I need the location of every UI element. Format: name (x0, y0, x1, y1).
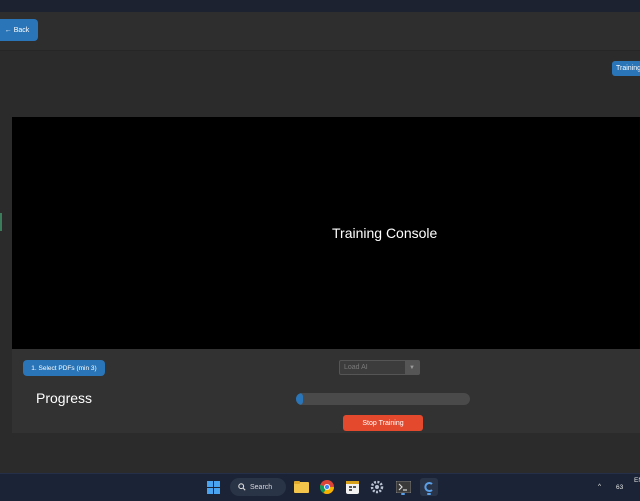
terminal-icon[interactable] (394, 478, 412, 496)
tray-indicator[interactable]: 63 (616, 484, 623, 491)
select-pdfs-button[interactable]: 1. Select PDFs (min 3) (23, 360, 105, 376)
chrome-icon[interactable] (318, 478, 336, 496)
search-label: Search (250, 483, 273, 491)
taskbar-search[interactable]: Search (230, 478, 286, 496)
top-toolbar: ← Back (0, 12, 640, 51)
model-select-value: Load AI (344, 364, 368, 371)
active-indicator (427, 493, 431, 495)
file-explorer-icon[interactable] (292, 478, 310, 496)
window-titlebar (0, 0, 640, 12)
active-app-icon[interactable] (420, 478, 438, 496)
progress-label: Progress (36, 390, 93, 406)
chevron-down-icon[interactable]: ▼ (405, 361, 419, 374)
arrow-left-icon: ← (4, 26, 12, 34)
tray-language[interactable]: EN (634, 477, 640, 484)
running-indicator (401, 493, 405, 495)
tray-chevron-icon[interactable]: ^ (598, 483, 601, 490)
windows-taskbar: Search ^ 63 EN (0, 473, 640, 501)
main-area: Training Training Console 1. Select PDFs… (0, 51, 640, 473)
calendar-app-icon[interactable] (343, 478, 361, 496)
left-edge-marker (0, 213, 2, 231)
training-tab-button[interactable]: Training (612, 61, 640, 76)
search-icon (238, 483, 246, 491)
back-button[interactable]: ← Back (0, 19, 38, 41)
model-select[interactable]: Load AI ▼ (339, 360, 420, 375)
settings-gear-icon[interactable] (368, 478, 386, 496)
stop-training-button[interactable]: Stop Training (343, 415, 423, 431)
back-button-label: Back (13, 26, 30, 34)
training-console: Training Console (12, 117, 640, 349)
windows-start-icon[interactable] (204, 478, 222, 496)
control-panel: 1. Select PDFs (min 3) Load AI ▼ Progres… (12, 349, 640, 433)
console-title: Training Console (332, 225, 438, 241)
progress-bar (296, 393, 470, 405)
progress-bar-fill (296, 393, 303, 405)
